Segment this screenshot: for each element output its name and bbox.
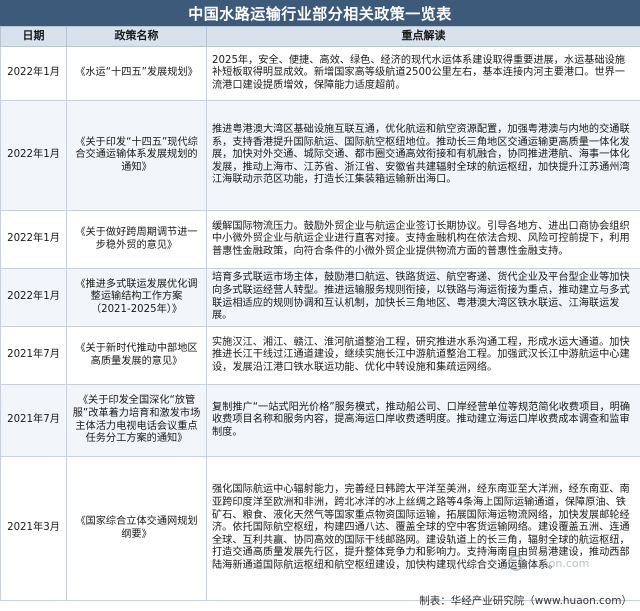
row-policy-name: 《水运“十四五”发展规划》 <box>66 46 207 101</box>
document-page: 中国水路运输行业部分相关政策一览表 日期 政策名称 重点解读 2022年1月 《… <box>0 0 640 611</box>
row-key-points: 缓解国际物流压力。鼓励外贸企业与航运企业签订长期协议。引导各地方、进出口商协会组… <box>206 210 640 269</box>
row-key-points: 培育多式联运市场主体，鼓励港口航运、铁路货运、航空寄递、货代企业及平台型企业等加… <box>206 268 640 327</box>
source-footer: 制表：华经产业研究院（www.huaon.com） <box>419 595 632 607</box>
table-row: 2021年3月 《国家综合立体交通网规划纲要》 强化国际航运中心辐射能力，完善经… <box>0 456 640 601</box>
row-date: 2021年7月 <box>0 326 67 385</box>
table-row: 2022年1月 《水运“十四五”发展规划》 2025年，安全、便捷、高效、绿色、… <box>0 46 640 101</box>
row-key-points: 实施汉江、湘江、赣江、淮河航道整治工程，研究推进水系沟通工程，形成水运大通道。加… <box>206 326 640 385</box>
row-key-points: 推进粤港澳大湾区基础设施互联互通，优化航运和航空资源配置，加强粤港澳与内地的交通… <box>206 100 640 211</box>
row-key-points: 复制推广“一站式阳光价格”服务模式，推动船公司、口岸经营单位等规范简化收费项目，… <box>206 384 640 457</box>
policy-table: 日期 政策名称 重点解读 2022年1月 《水运“十四五”发展规划》 2025年… <box>0 26 640 601</box>
table-row: 2022年1月 《关于印发“十四五”现代综合交通运输体系发展规划的通知》 推进粤… <box>0 100 640 211</box>
column-header-date: 日期 <box>0 26 67 47</box>
row-policy-name: 《关于新时代推动中部地区高质量发展的意见》 <box>66 326 207 385</box>
row-policy-name: 《关于做好跨周期调节进一步稳外贸的意见》 <box>66 210 207 269</box>
row-policy-name: 《推进多式联运发展优化调整运输结构工作方案（2021-2025年）》 <box>66 268 207 327</box>
row-key-points: 强化国际航运中心辐射能力，完善经日韩跨太平洋至美洲，经东南亚至大洋洲，经东南亚、… <box>206 456 640 601</box>
row-key-points: 2025年，安全、便捷、高效、绿色、经济的现代水运体系建设取得重要进展，水运基础… <box>206 46 640 101</box>
table-row: 2022年1月 《推进多式联运发展优化调整运输结构工作方案（2021-2025年… <box>0 268 640 327</box>
table-row: 2022年1月 《关于做好跨周期调节进一步稳外贸的意见》 缓解国际物流压力。鼓励… <box>0 210 640 269</box>
row-date: 2022年1月 <box>0 46 67 101</box>
table-title: 中国水路运输行业部分相关政策一览表 <box>0 0 640 26</box>
column-header-name: 政策名称 <box>66 26 207 47</box>
table-header-row: 日期 政策名称 重点解读 <box>0 26 640 47</box>
row-policy-name: 《国家综合立体交通网规划纲要》 <box>66 456 207 601</box>
column-header-points: 重点解读 <box>206 26 640 47</box>
row-policy-name: 《关于印发全国深化“放管服”改革着力培育和激发市场主体活力电视电话会议重点任务分… <box>66 384 207 457</box>
table-row: 2021年7月 《关于印发全国深化“放管服”改革着力培育和激发市场主体活力电视电… <box>0 384 640 457</box>
row-date: 2022年1月 <box>0 268 67 327</box>
row-date: 2021年7月 <box>0 384 67 457</box>
row-date: 2022年1月 <box>0 100 67 211</box>
row-policy-name: 《关于印发“十四五”现代综合交通运输体系发展规划的通知》 <box>66 100 207 211</box>
row-date: 2022年1月 <box>0 210 67 269</box>
table-row: 2021年7月 《关于新时代推动中部地区高质量发展的意见》 实施汉江、湘江、赣江… <box>0 326 640 385</box>
row-date: 2021年3月 <box>0 456 67 601</box>
